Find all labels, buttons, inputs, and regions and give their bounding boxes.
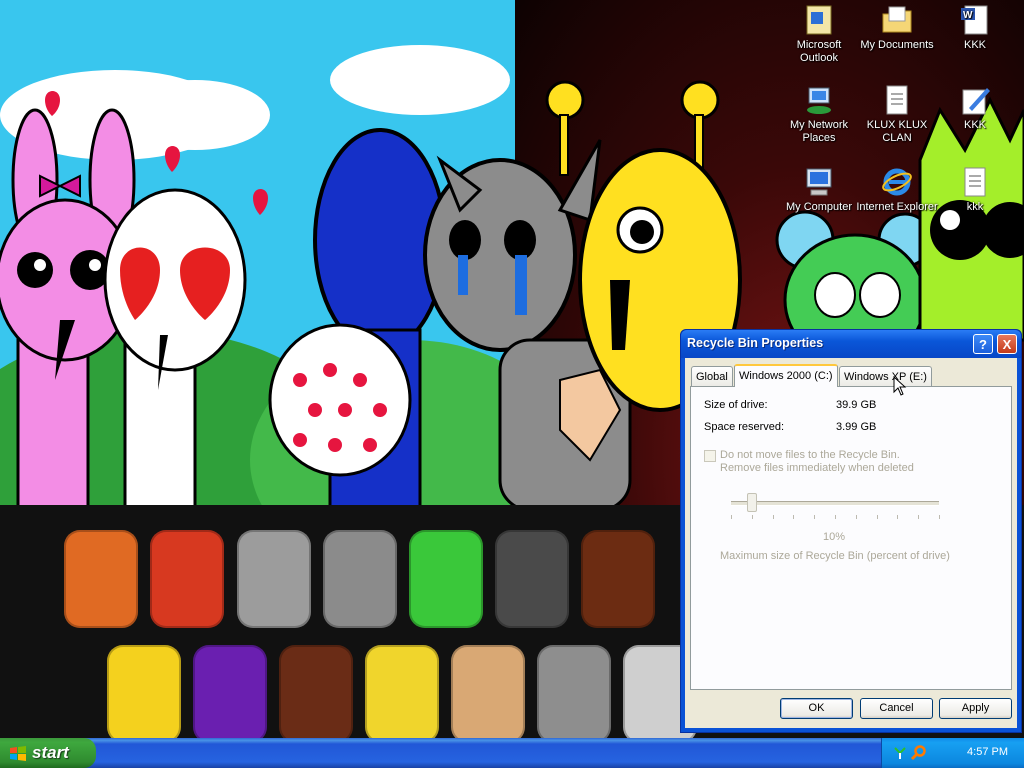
slider-tick bbox=[793, 515, 795, 519]
tab-global[interactable]: Global bbox=[691, 366, 733, 386]
space-reserved-value: 3.99 GB bbox=[836, 421, 877, 433]
close-button[interactable]: X bbox=[997, 334, 1017, 354]
network-tray-icon[interactable] bbox=[892, 745, 908, 761]
palette-tile-gray-hat bbox=[237, 530, 311, 628]
folder-documents-icon bbox=[881, 4, 913, 36]
checkbox-label-line1: Do not move files to the Recycle Bin. bbox=[720, 449, 900, 461]
slider-tick bbox=[814, 515, 816, 519]
tab-windows-2000-c[interactable]: Windows 2000 (C:) bbox=[734, 364, 838, 387]
word-document-icon: W bbox=[959, 4, 991, 36]
slider-percent-value: 10% bbox=[823, 531, 846, 543]
tab-windows-xp-e[interactable]: Windows XP (E:) bbox=[839, 366, 932, 386]
slider-tick bbox=[751, 515, 753, 519]
network-places-icon bbox=[803, 84, 835, 116]
text-document-icon bbox=[881, 84, 913, 116]
slider-tick bbox=[835, 515, 836, 519]
slider-caption: Maximum size of Recycle Bin (percent of … bbox=[720, 550, 950, 562]
clock[interactable]: 4:57 PM bbox=[967, 746, 1008, 758]
palette-tile-red bbox=[150, 530, 224, 628]
palette-tile-tv bbox=[323, 530, 397, 628]
help-button[interactable]: ? bbox=[973, 334, 993, 354]
desktop-icon-network-places[interactable]: My Network Places bbox=[778, 84, 860, 145]
paint-document-icon bbox=[959, 84, 991, 116]
desktop-icon-label: KLUX KLUX CLAN bbox=[866, 119, 928, 144]
recycle-size-slider-track bbox=[731, 501, 939, 506]
checkbox-label-line2: Remove files immediately when deleted bbox=[720, 462, 914, 474]
mouse-cursor-icon bbox=[893, 376, 907, 396]
desktop-icon-label: My Network Places bbox=[789, 119, 849, 144]
svg-text:W: W bbox=[963, 10, 973, 21]
slider-tick bbox=[855, 515, 857, 519]
desktop-icon-label: kkk bbox=[966, 201, 984, 213]
desktop-icon-label: KKK bbox=[963, 119, 986, 131]
slider-tick bbox=[772, 515, 774, 519]
desktop-icon-label: Internet Explorer bbox=[856, 201, 938, 213]
dialog-client-area: Global Windows 2000 (C:) Windows XP (E:)… bbox=[685, 358, 1017, 728]
size-of-drive-value: 39.9 GB bbox=[836, 399, 877, 411]
space-reserved-label: Space reserved: bbox=[704, 421, 785, 433]
taskbar: start 4:57 PM bbox=[0, 738, 1024, 768]
palette-tile-orange bbox=[64, 530, 138, 628]
dialog-titlebar[interactable]: Recycle Bin Properties ? X bbox=[681, 330, 1021, 358]
tab-panel: Size of drive: 39.9 GB Space reserved: 3… bbox=[690, 386, 1012, 690]
start-button[interactable]: start bbox=[0, 738, 96, 768]
do-not-move-files-checkbox[interactable] bbox=[704, 450, 716, 462]
palette-tile-tree bbox=[279, 645, 353, 738]
desktop-icon-label: My Computer bbox=[785, 201, 853, 213]
desktop-icon-label: KKK bbox=[963, 39, 986, 51]
text-document-icon bbox=[959, 166, 991, 198]
start-label: start bbox=[32, 743, 69, 762]
recycle-bin-properties-dialog: Recycle Bin Properties ? X Global Window… bbox=[680, 329, 1022, 733]
desktop-icon-my-computer[interactable]: My Computer bbox=[778, 166, 860, 214]
apply-button[interactable]: Apply bbox=[939, 698, 1012, 719]
desktop-icon-my-documents[interactable]: My Documents bbox=[856, 4, 938, 52]
slider-tick bbox=[918, 515, 920, 519]
palette-tile-brown bbox=[581, 530, 655, 628]
palette-tile-purple bbox=[193, 645, 267, 738]
slider-tick bbox=[939, 515, 940, 519]
desktop-icon-internet-explorer[interactable]: Internet Explorer bbox=[856, 166, 938, 214]
my-computer-icon bbox=[803, 166, 835, 198]
outlook-icon bbox=[803, 4, 835, 36]
palette-tile-hat bbox=[451, 645, 525, 738]
desktop-icon-kkk-paint[interactable]: KKK bbox=[934, 84, 1016, 132]
size-of-drive-label: Size of drive: bbox=[704, 399, 768, 411]
palette-tile-yellow bbox=[365, 645, 439, 738]
system-tray: 4:57 PM bbox=[881, 738, 1024, 768]
palette-tile-monitor bbox=[537, 645, 611, 738]
cancel-button[interactable]: Cancel bbox=[860, 698, 933, 719]
slider-tick bbox=[876, 515, 878, 519]
search-tray-icon[interactable] bbox=[910, 745, 926, 761]
recycle-size-slider[interactable] bbox=[746, 493, 757, 512]
palette-tile-sun bbox=[107, 645, 181, 738]
slider-tick bbox=[731, 515, 732, 519]
internet-explorer-icon bbox=[881, 166, 913, 198]
palette-tile-flower bbox=[409, 530, 483, 628]
desktop-icon-label: My Documents bbox=[860, 39, 934, 51]
slider-tick bbox=[897, 515, 899, 519]
desktop-icon-label: Microsoft Outlook bbox=[796, 39, 842, 64]
desktop-icon-kkk-text[interactable]: kkk bbox=[934, 166, 1016, 214]
desktop-icon-klux-klux-clan[interactable]: KLUX KLUX CLAN bbox=[856, 84, 938, 145]
windows-logo-icon bbox=[10, 746, 26, 761]
palette-tile-dark-gray bbox=[495, 530, 569, 628]
desktop-icon-kkk-word[interactable]: W KKK bbox=[934, 4, 1016, 52]
dialog-title: Recycle Bin Properties bbox=[687, 336, 824, 350]
desktop-icon-outlook[interactable]: Microsoft Outlook bbox=[778, 4, 860, 65]
ok-button[interactable]: OK bbox=[780, 698, 853, 719]
